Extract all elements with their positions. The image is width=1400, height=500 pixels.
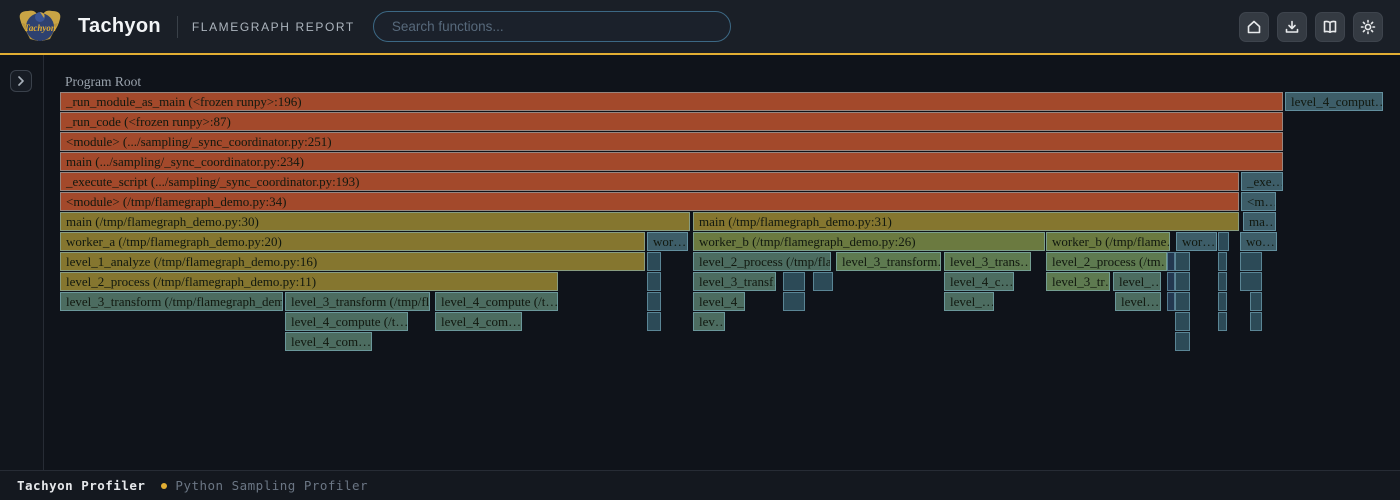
flame-frame[interactable] (1175, 252, 1190, 271)
header-divider (177, 16, 178, 38)
flame-frame[interactable]: level… (1115, 292, 1161, 311)
flame-frame[interactable]: level_3_trans… (944, 252, 1031, 271)
flame-frame[interactable]: level_4_com… (285, 332, 372, 351)
status-app-name: Tachyon Profiler (17, 478, 145, 493)
flame-frame[interactable]: level_2_process (/tm… (1046, 252, 1167, 271)
flame-frame[interactable]: _run_code (<frozen runpy>:87) (60, 112, 1283, 131)
svg-text:Tachyon: Tachyon (24, 23, 56, 33)
tachyon-logo-icon: Tachyon (16, 3, 64, 51)
app-title: Tachyon (78, 15, 161, 38)
flamegraph-canvas: Program Root _run_module_as_main (<froze… (0, 0, 1400, 470)
flame-frame[interactable]: ma… (1243, 212, 1276, 231)
status-bar: Tachyon Profiler Python Sampling Profile… (0, 470, 1400, 500)
flame-frame[interactable] (1167, 292, 1175, 311)
flame-frame[interactable] (1218, 232, 1229, 251)
book-icon (1322, 19, 1338, 35)
flame-frame[interactable]: level_… (944, 292, 994, 311)
download-button[interactable] (1277, 12, 1307, 42)
flame-frame[interactable] (647, 312, 661, 331)
flame-frame[interactable]: _run_module_as_main (<frozen runpy>:196) (60, 92, 1283, 111)
flame-frame[interactable] (1250, 312, 1262, 331)
flame-frame[interactable] (1240, 272, 1262, 291)
flame-frame[interactable] (1218, 312, 1227, 331)
flame-frame[interactable] (647, 272, 661, 291)
flame-frame[interactable] (647, 292, 661, 311)
sidebar-expand-button[interactable] (10, 70, 32, 92)
flame-frame[interactable]: level_2_process (/tmp/flamegraph_demo.py… (60, 272, 558, 291)
flame-frame[interactable] (1167, 252, 1175, 271)
brightness-icon (1360, 19, 1376, 35)
flame-frame[interactable]: level_4_com… (435, 312, 522, 331)
download-icon (1284, 19, 1300, 35)
flame-frame[interactable]: level_4_c… (944, 272, 1014, 291)
chevron-right-icon (16, 76, 26, 86)
flame-frame[interactable]: wor… (647, 232, 688, 251)
flame-frame[interactable]: <module> (/tmp/flamegraph_demo.py:34) (60, 192, 1239, 211)
flame-frame[interactable]: worker_b (/tmp/flamegraph_demo.py:26) (693, 232, 1045, 251)
search-input[interactable] (373, 11, 731, 42)
flame-frame[interactable] (1175, 292, 1190, 311)
header: Tachyon Tachyon FLAMEGRAPH REPORT (0, 0, 1400, 55)
flame-frame[interactable] (783, 272, 805, 291)
flame-frame[interactable]: level_4_… (693, 292, 745, 311)
flame-frame[interactable]: <m… (1241, 192, 1276, 211)
home-icon (1246, 19, 1262, 35)
home-button[interactable] (1239, 12, 1269, 42)
flame-frame[interactable]: wo… (1240, 232, 1277, 251)
flame-frame[interactable]: level_3_transform (/tmp/flamegraph_dem… (60, 292, 283, 311)
flame-frame[interactable]: worker_a (/tmp/flamegraph_demo.py:20) (60, 232, 645, 251)
flame-frame[interactable]: _execute_script (.../sampling/_sync_coor… (60, 172, 1239, 191)
flame-frame[interactable]: main (/tmp/flamegraph_demo.py:31) (693, 212, 1239, 231)
flame-frame[interactable]: <module> (.../sampling/_sync_coordinator… (60, 132, 1283, 151)
theme-toggle-button[interactable] (1353, 12, 1383, 42)
docs-button[interactable] (1315, 12, 1345, 42)
flame-frame[interactable]: level_3_tr… (1046, 272, 1110, 291)
report-type-label: FLAMEGRAPH REPORT (192, 20, 355, 34)
flame-frame[interactable]: lev… (693, 312, 725, 331)
flame-frame[interactable] (1175, 312, 1190, 331)
flame-frame[interactable]: _exe… (1241, 172, 1283, 191)
flame-frame[interactable]: level_3_transform (/tmp/fl… (285, 292, 430, 311)
flame-frame[interactable] (1167, 272, 1175, 291)
sidebar-collapsed (0, 55, 44, 470)
flame-frame[interactable]: level_4_comput… (1285, 92, 1383, 111)
flame-frame[interactable] (1175, 332, 1190, 351)
flame-frame[interactable]: wor… (1176, 232, 1217, 251)
flame-frame[interactable]: level_1_analyze (/tmp/flamegraph_demo.py… (60, 252, 645, 271)
flame-root-frame[interactable]: Program Root (65, 74, 141, 90)
flame-frame[interactable] (783, 292, 805, 311)
status-subtitle: Python Sampling Profiler (175, 478, 368, 493)
flame-frame[interactable]: level_4_compute (/t… (285, 312, 408, 331)
flame-frame[interactable]: level_3_transf… (693, 272, 776, 291)
flame-frame[interactable] (1240, 252, 1262, 271)
flame-frame[interactable]: level_4_compute (/t… (435, 292, 558, 311)
flame-frame[interactable] (1250, 292, 1262, 311)
flame-frame[interactable]: main (/tmp/flamegraph_demo.py:30) (60, 212, 690, 231)
flame-frame[interactable]: level_… (1113, 272, 1161, 291)
status-dot-icon (161, 483, 167, 489)
flame-frame[interactable] (813, 272, 833, 291)
flame-frame[interactable]: level_3_transform… (836, 252, 941, 271)
flame-frame[interactable] (1218, 292, 1227, 311)
flame-frame[interactable] (1218, 252, 1227, 271)
flame-frame[interactable]: worker_b (/tmp/flame… (1046, 232, 1170, 251)
flame-frame[interactable] (1218, 272, 1227, 291)
flame-frame[interactable]: level_2_process (/tmp/fla… (693, 252, 831, 271)
flame-frame[interactable] (647, 252, 661, 271)
flame-frame[interactable]: main (.../sampling/_sync_coordinator.py:… (60, 152, 1283, 171)
flame-frame[interactable] (1175, 272, 1190, 291)
